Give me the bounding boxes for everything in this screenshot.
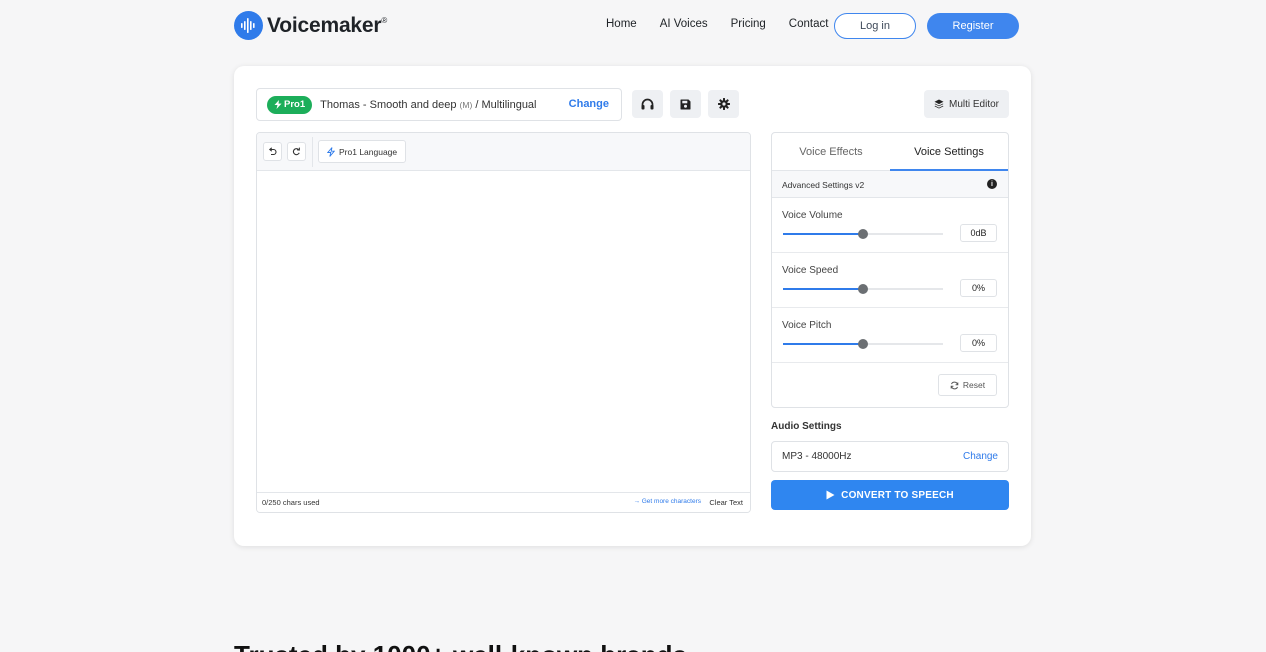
slider-fill [783,233,863,235]
voice-gender: (M) [459,99,473,110]
settings-button[interactable] [708,90,739,118]
multi-editor-button[interactable]: Multi Editor [924,90,1009,118]
settings-tabs: Voice Effects Voice Settings [772,133,1008,171]
gear-icon [717,98,730,110]
pro-badge-label: Pro1 [284,99,306,110]
info-icon[interactable]: i [987,179,997,189]
change-audio-format-link[interactable]: Change [963,451,998,462]
nav-home[interactable]: Home [606,18,637,30]
audio-settings-title: Audio Settings [771,421,842,432]
bolt-icon [274,100,282,109]
clear-text-button[interactable]: Clear Text [709,498,743,507]
save-button[interactable] [670,90,701,118]
nav-links: Home AI Voices Pricing Contact [606,18,828,30]
audio-format: MP3 - 48000Hz [782,451,852,462]
voice-speed-value[interactable]: 0% [960,279,997,297]
text-input[interactable] [257,171,750,493]
toolbar-divider [312,137,313,167]
editor-toolbar: Pro1 Language [257,133,750,171]
text-editor: Pro1 Language 0/250 chars used → Get mor… [256,132,751,513]
slider-fill [783,288,863,290]
voice-pitch-value[interactable]: 0% [960,334,997,352]
multi-editor-label: Multi Editor [948,98,999,110]
tab-voice-effects[interactable]: Voice Effects [772,133,890,170]
voice-volume-slider[interactable] [783,229,943,239]
refresh-icon [950,381,959,389]
undo-icon [268,147,277,156]
reset-label: Reset [962,380,986,390]
reset-button[interactable]: Reset [938,374,997,396]
convert-label: CONVERT TO SPEECH [841,489,954,501]
undo-button[interactable] [263,142,282,161]
voice-name-text: Thomas - Smooth and deep [320,98,457,111]
redo-button[interactable] [287,142,306,161]
voice-speed-control: Voice Speed 0% [772,253,1008,308]
slider-thumb[interactable] [858,229,868,239]
tts-card: Pro1 Thomas - Smooth and deep (M) / Mult… [234,66,1031,546]
preview-voice-button[interactable] [632,90,663,118]
voice-pitch-slider[interactable] [783,339,943,349]
voice-volume-label: Voice Volume [782,210,843,221]
nav-pricing[interactable]: Pricing [731,18,766,30]
tab-voice-settings[interactable]: Voice Settings [890,133,1008,171]
brands-heading: Trusted by 1000+ well-known brands [234,640,687,652]
change-voice-link[interactable]: Change [569,98,609,110]
voice-speed-label: Voice Speed [782,265,839,276]
nav-contact[interactable]: Contact [789,18,829,30]
audio-format-box: MP3 - 48000Hz Change [771,441,1009,472]
editor-footer: 0/250 chars used → Get more characters C… [257,492,750,512]
headphones-icon [641,98,654,110]
voice-volume-value[interactable]: 0dB [960,224,997,242]
pro-badge: Pro1 [267,95,313,114]
layers-icon [934,99,944,109]
convert-to-speech-button[interactable]: CONVERT TO SPEECH [771,480,1009,510]
slider-thumb[interactable] [858,339,868,349]
register-button[interactable]: Register [927,13,1019,39]
slider-fill [783,343,863,345]
nav-ai-voices[interactable]: AI Voices [660,18,708,30]
chars-used-counter: 0/250 chars used [262,498,320,507]
advanced-settings-label: Advanced Settings v2 [782,180,865,190]
settings-panel: Voice Effects Voice Settings Advanced Se… [771,132,1009,408]
voice-name: Thomas - Smooth and deep (M) / Multiling… [320,99,536,111]
save-icon [680,99,691,109]
advanced-settings-row: Advanced Settings v2 i [772,171,1008,198]
brand-name: Voicemaker® [267,13,388,37]
pro-language-button[interactable]: Pro1 Language [318,140,407,163]
slider-thumb[interactable] [858,284,868,294]
voicemaker-logo-icon [234,11,263,40]
play-icon [826,490,835,500]
voice-pitch-label: Voice Pitch [782,320,832,331]
get-more-characters-link[interactable]: → Get more characters [633,498,701,505]
pro-language-label: Pro1 Language [339,146,398,157]
voice-volume-control: Voice Volume 0dB [772,198,1008,253]
navbar: Voicemaker® Home AI Voices Pricing Conta… [0,0,1266,52]
voice-pitch-control: Voice Pitch 0% [772,308,1008,363]
voice-selector[interactable]: Pro1 Thomas - Smooth and deep (M) / Mult… [256,88,622,121]
login-button[interactable]: Log in [834,13,916,39]
voice-speed-slider[interactable] [783,284,943,294]
redo-icon [292,147,300,156]
voice-language: / Multilingual [475,98,537,111]
bolt-icon [327,146,335,157]
logo[interactable]: Voicemaker® [234,11,387,40]
